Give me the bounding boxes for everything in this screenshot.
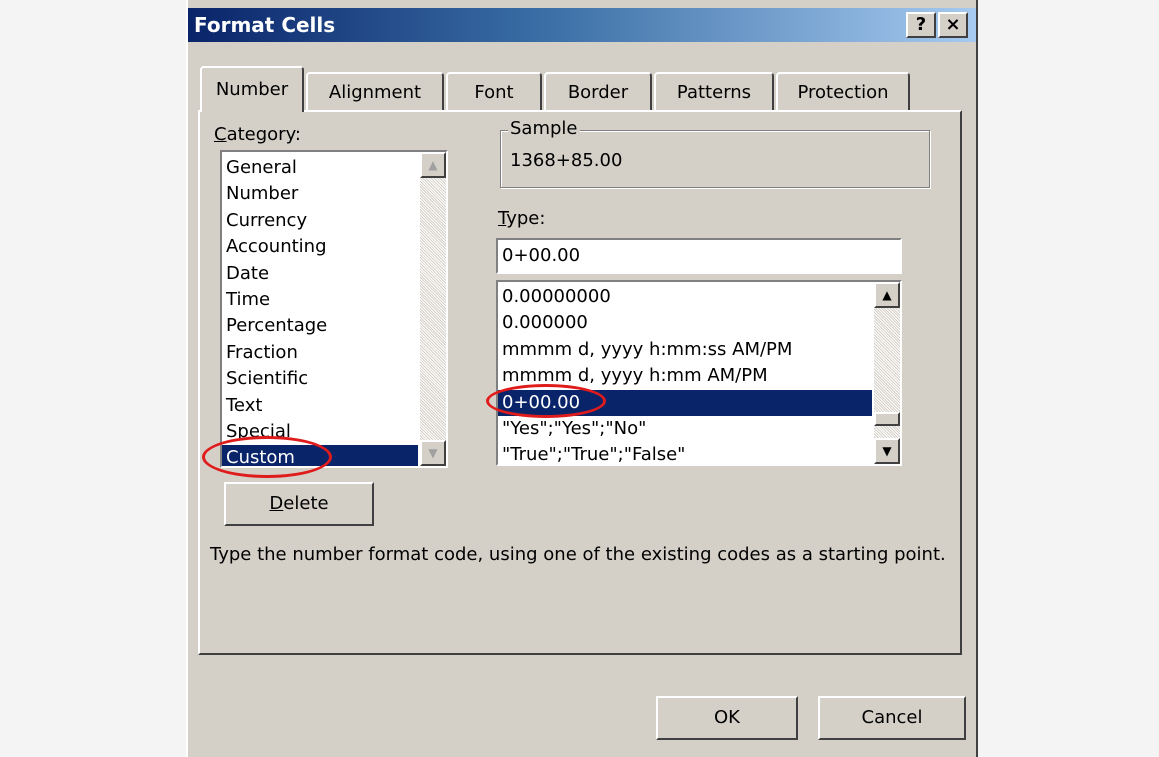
description-text: Type the number format code, using one o… (210, 544, 946, 565)
category-item-general[interactable]: General (222, 155, 418, 181)
category-item-percentage[interactable]: Percentage (222, 313, 418, 339)
category-item-scientific[interactable]: Scientific (222, 366, 418, 392)
tab-protection[interactable]: Protection (776, 72, 910, 110)
cancel-button[interactable]: Cancel (818, 696, 966, 740)
tab-border[interactable]: Border (544, 72, 652, 110)
tab-number[interactable]: Number (200, 66, 304, 112)
type-item[interactable]: "True";"True";"False" (498, 442, 872, 464)
title-bar: Format Cells ? × (188, 8, 976, 42)
scroll-down-icon[interactable]: ▼ (420, 440, 446, 466)
ok-button[interactable]: OK (656, 696, 798, 740)
dialog-title: Format Cells (194, 13, 336, 37)
category-item-text[interactable]: Text (222, 393, 418, 419)
category-item-date[interactable]: Date (222, 261, 418, 287)
type-item[interactable]: "Yes";"Yes";"No" (498, 416, 872, 442)
category-item-special[interactable]: Special (222, 419, 418, 445)
category-item-time[interactable]: Time (222, 287, 418, 313)
help-button[interactable]: ? (906, 12, 936, 38)
category-list[interactable]: General Number Currency Accounting Date … (220, 150, 448, 468)
sample-value: 1368+85.00 (510, 150, 623, 171)
tab-patterns[interactable]: Patterns (654, 72, 774, 110)
tab-alignment[interactable]: Alignment (306, 72, 444, 110)
type-items: 0.00000000 0.000000 mmmm d, yyyy h:mm:ss… (498, 284, 872, 464)
category-scrollbar[interactable]: ▲ ▼ (420, 152, 446, 466)
category-item-currency[interactable]: Currency (222, 208, 418, 234)
type-item-selected[interactable]: 0+00.00 (498, 389, 872, 416)
type-input[interactable]: 0+00.00 (496, 238, 902, 274)
delete-button[interactable]: Delete (224, 482, 374, 526)
type-item[interactable]: mmmm d, yyyy h:mm AM/PM (498, 363, 872, 389)
category-label: Category: (214, 124, 301, 145)
close-button[interactable]: × (938, 12, 968, 38)
type-label: Type: (498, 208, 546, 229)
category-item-custom[interactable]: Custom (222, 445, 418, 466)
format-cells-dialog: Format Cells ? × Number Alignment Font B… (186, 0, 978, 757)
scroll-thumb[interactable] (874, 412, 900, 426)
category-item-accounting[interactable]: Accounting (222, 234, 418, 260)
scroll-down-icon[interactable]: ▼ (874, 438, 900, 464)
type-list[interactable]: 0.00000000 0.000000 mmmm d, yyyy h:mm:ss… (496, 280, 902, 466)
category-item-number[interactable]: Number (222, 181, 418, 207)
category-items: General Number Currency Accounting Date … (222, 155, 418, 466)
type-scrollbar[interactable]: ▲ ▼ (874, 282, 900, 464)
type-item[interactable]: mmmm d, yyyy h:mm:ss AM/PM (498, 337, 872, 363)
tab-font[interactable]: Font (446, 72, 542, 110)
type-item[interactable]: 0.000000 (498, 310, 872, 336)
scroll-up-icon[interactable]: ▲ (420, 152, 446, 178)
category-item-fraction[interactable]: Fraction (222, 340, 418, 366)
sample-label: Sample (508, 118, 580, 139)
scroll-up-icon[interactable]: ▲ (874, 282, 900, 308)
type-item[interactable]: 0.00000000 (498, 284, 872, 310)
